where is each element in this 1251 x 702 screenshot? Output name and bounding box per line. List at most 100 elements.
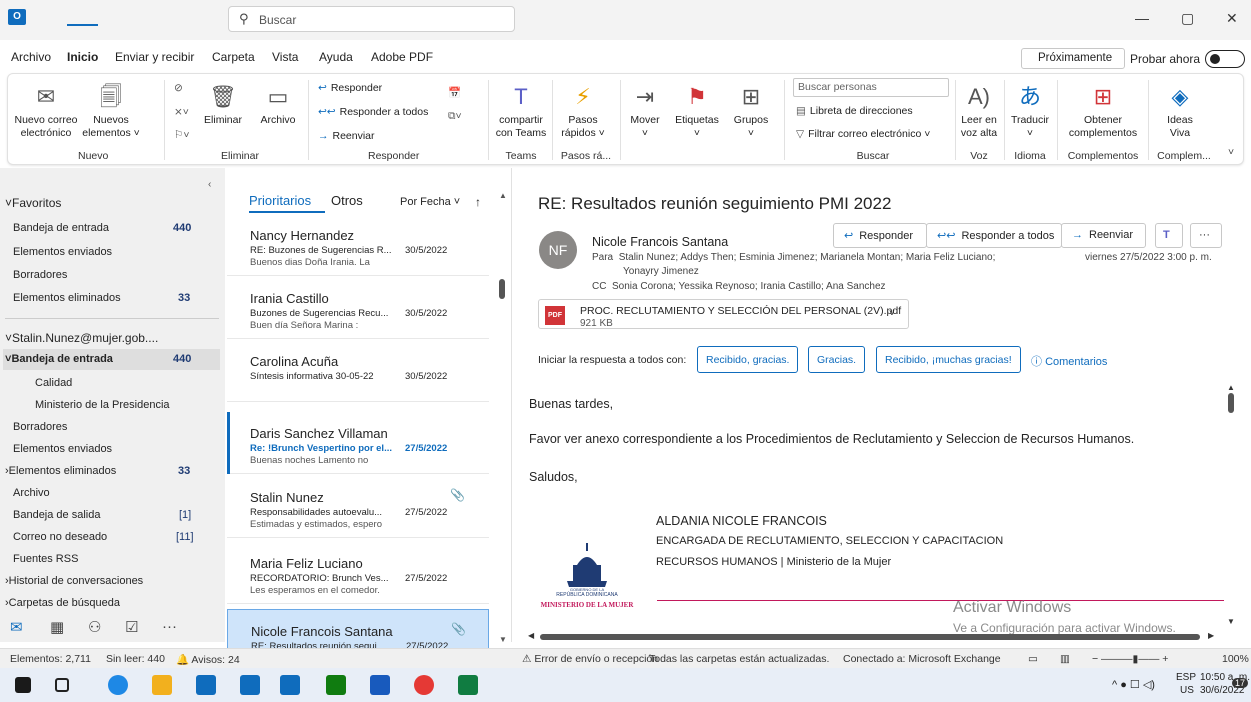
read-aloud-button[interactable]: A) Leer en voz alta (958, 84, 1000, 140)
reading-view-icon[interactable]: ▥ (1060, 653, 1070, 665)
new-email-button[interactable]: ✉ Nuevo correo electrónico (14, 84, 78, 140)
forward-button-pane[interactable]: → Reenviar (1061, 223, 1146, 248)
menu-inicio[interactable]: Inicio (67, 50, 98, 64)
edge-icon[interactable] (108, 675, 128, 695)
folder-sent[interactable]: Elementos enviados (13, 443, 112, 455)
favorites-header[interactable]: ˅Favoritos (5, 196, 61, 210)
notification-badge[interactable]: 17 (1232, 678, 1249, 688)
app-taskbar-icon[interactable] (326, 675, 346, 695)
reading-pane-hscrollbar[interactable]: ◀ ▶ (528, 631, 1218, 641)
folder-junk[interactable]: Correo no deseado (13, 531, 107, 543)
folder-deleted[interactable]: ›Elementos eliminados (5, 465, 116, 477)
excel-taskbar-icon[interactable] (458, 675, 478, 695)
new-items-button[interactable]: 🗐 Nuevos elementos ˅ (82, 84, 140, 140)
new-outlook-toggle[interactable] (1205, 50, 1245, 68)
menu-enviar-recibir[interactable]: Enviar y recibir (115, 50, 194, 64)
address-book-button[interactable]: ▤ Libreta de direcciones (796, 105, 913, 117)
file-explorer-icon[interactable] (152, 675, 172, 695)
sort-dropdown[interactable]: Por Fecha ˅ (400, 196, 460, 208)
menu-ayuda[interactable]: Ayuda (319, 50, 353, 64)
reading-pane-vscrollbar[interactable]: ▲ ▼ (1226, 383, 1236, 628)
account-header[interactable]: ˅Stalin.Nunez@mujer.gob.... (5, 331, 158, 345)
quick-reply-2[interactable]: Gracias. (808, 346, 866, 373)
normal-view-icon[interactable]: ▭ (1028, 653, 1038, 665)
calendar-icon[interactable]: ▦ (50, 618, 64, 636)
ribbon-collapse-icon[interactable]: ˅ (1228, 146, 1234, 158)
collapse-pane-icon[interactable]: ‹ (208, 179, 211, 190)
tab-otros[interactable]: Otros (331, 193, 363, 208)
mail-app-icon[interactable] (240, 675, 260, 695)
tasks-icon[interactable]: ☑ (125, 618, 138, 636)
list-item[interactable]: Daris Sanchez Villaman Re: !Brunch Vespe… (227, 412, 489, 474)
outlook-taskbar-icon[interactable] (280, 675, 300, 695)
store-icon[interactable] (196, 675, 216, 695)
fav-deleted[interactable]: Elementos eliminados (13, 292, 121, 304)
search-people-input[interactable]: Buscar personas (793, 78, 949, 97)
email-sender[interactable]: Nicole Francois Santana (592, 235, 728, 249)
get-addins-button[interactable]: ⊞ Obtener complementos (1063, 84, 1143, 140)
restore-button[interactable]: ▢ (1181, 10, 1194, 27)
menu-archivo[interactable]: Archivo (11, 50, 51, 64)
proximamente-button[interactable]: Próximamente (1021, 48, 1125, 69)
share-teams-button[interactable]: T compartir con Teams (493, 84, 549, 140)
close-button[interactable]: ✕ (1226, 10, 1238, 27)
quick-reply-3[interactable]: Recibido, ¡muchas gracias! (876, 346, 1021, 373)
reply-all-button[interactable]: ↩↩ Responder a todos (318, 106, 428, 118)
junk-icon[interactable]: ⚐˅ (174, 129, 190, 141)
more-respond-icon[interactable]: ⧉˅ (448, 110, 462, 123)
more-apps-icon[interactable]: ··· (162, 618, 177, 635)
reply-all-button-pane[interactable]: ↩↩ Responder a todos (926, 223, 1062, 248)
move-button[interactable]: ⇥ Mover ˅ (625, 84, 665, 140)
attachment-menu-chevron[interactable]: ˅ (889, 308, 895, 319)
folder-search[interactable]: ›Carpetas de búsqueda (5, 597, 120, 609)
list-item[interactable]: Maria Feliz Luciano RECORDATORIO: Brunch… (227, 542, 489, 604)
message-list-scrollbar[interactable]: ▲ ▼ (497, 191, 507, 646)
outlook-app-icon[interactable]: O (8, 9, 26, 25)
archive-button[interactable]: ▭ Archivo (253, 84, 303, 127)
folder-outbox[interactable]: Bandeja de salida (13, 509, 100, 521)
meeting-icon[interactable]: 📅 (448, 86, 461, 99)
delete-button[interactable]: 🗑 Eliminar (198, 84, 248, 127)
tray-icons[interactable]: ^ ● ☐ ◁) (1112, 678, 1155, 691)
cleanup-icon[interactable]: ⨯˅ (174, 106, 189, 118)
quick-reply-1[interactable]: Recibido, gracias. (697, 346, 799, 373)
tab-prioritarios[interactable]: Prioritarios (249, 193, 311, 208)
folder-rss[interactable]: Fuentes RSS (13, 553, 78, 565)
reply-button[interactable]: ↩ Responder (318, 82, 382, 94)
list-item-selected[interactable]: 📎 Nicole Francois Santana RE: Resultados… (227, 609, 489, 652)
chrome-taskbar-icon[interactable] (414, 675, 434, 695)
people-icon[interactable]: ⚇ (88, 618, 101, 636)
groups-button[interactable]: ⊞ Grupos ˅ (730, 84, 772, 140)
status-reminders[interactable]: 🔔 Avisos: 24 (176, 653, 240, 666)
start-icon[interactable] (15, 677, 31, 693)
folder-history[interactable]: ›Historial de conversaciones (5, 575, 143, 587)
minimize-button[interactable]: — (1135, 10, 1149, 26)
list-item[interactable]: Carolina Acuña Síntesis informativa 30-0… (227, 340, 489, 402)
folder-archive[interactable]: Archivo (13, 487, 50, 499)
search-box[interactable]: ⚲ Buscar (228, 6, 515, 32)
reply-button-pane[interactable]: ↩ Responder (833, 223, 927, 248)
menu-carpeta[interactable]: Carpeta (212, 50, 255, 64)
translate-button[interactable]: あ Traducir ˅ (1008, 84, 1052, 140)
fav-drafts[interactable]: Borradores (13, 269, 67, 281)
mail-icon[interactable]: ✉ (10, 618, 23, 636)
fav-inbox[interactable]: Bandeja de entrada (13, 222, 109, 234)
menu-adobe-pdf[interactable]: Adobe PDF (371, 50, 433, 64)
fav-sent[interactable]: Elementos enviados (13, 246, 112, 258)
list-item[interactable]: Irania Castillo Buzones de Sugerencias R… (227, 277, 489, 339)
word-taskbar-icon[interactable] (370, 675, 390, 695)
filter-email-button[interactable]: ▽ Filtrar correo electrónico ˅ (796, 128, 930, 140)
quick-steps-button[interactable]: ⚡ Pasos rápidos ˅ (558, 84, 608, 140)
zoom-slider[interactable]: − ———▮—— + (1092, 653, 1168, 665)
avatar[interactable]: NF (539, 231, 577, 269)
menu-vista[interactable]: Vista (272, 50, 298, 64)
forward-button[interactable]: → Reenviar (318, 130, 375, 142)
sort-direction-icon[interactable]: ↑ (475, 195, 481, 209)
status-error[interactable]: ⚠ Error de envío o recepción (522, 653, 658, 665)
list-item[interactable]: 📎 Stalin Nunez Responsabilidades autoeva… (227, 476, 489, 538)
folder-ministerio[interactable]: Ministerio de la Presidencia (35, 399, 170, 411)
teams-share-icon[interactable]: T (1155, 223, 1183, 248)
viva-insights-button[interactable]: ◈ Ideas Viva (1158, 84, 1202, 140)
tags-button[interactable]: ⚑ Etiquetas ˅ (672, 84, 722, 140)
more-actions-icon[interactable]: ··· (1190, 223, 1222, 248)
